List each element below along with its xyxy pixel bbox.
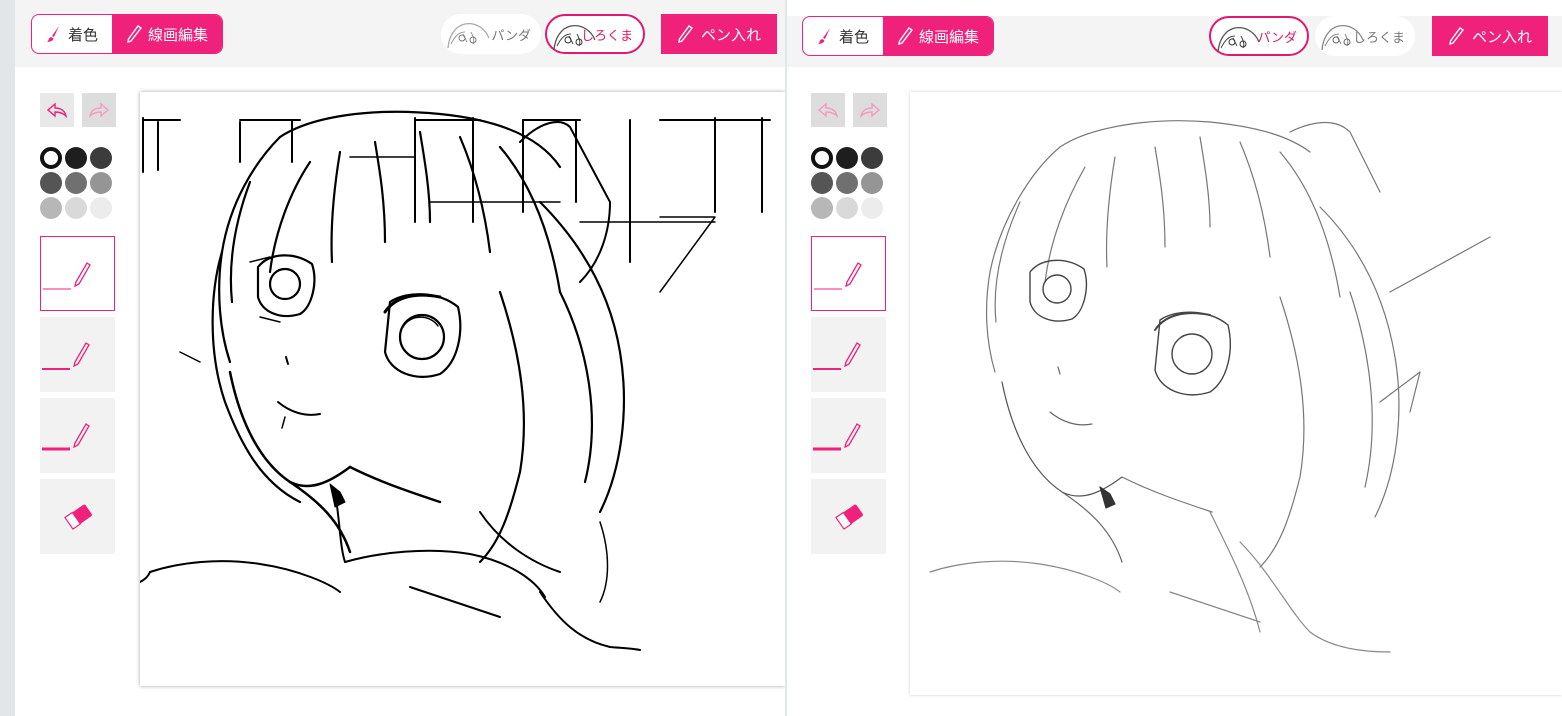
character-panda[interactable]: パンダ <box>441 14 541 54</box>
swatch-gray-3[interactable] <box>90 172 112 194</box>
brush-medium[interactable] <box>811 317 886 392</box>
swatch-white[interactable] <box>811 147 833 169</box>
undo-button[interactable] <box>811 93 845 127</box>
eraser-icon <box>835 504 863 530</box>
left-panel: 着色 線画編集 パンダ しろくま ペン入れ <box>0 0 785 716</box>
swatch-gray-5[interactable] <box>65 197 87 219</box>
pencil-thin-icon <box>814 262 862 290</box>
pencil-icon <box>898 27 914 45</box>
color-swatches <box>40 147 116 219</box>
history-controls <box>40 93 116 127</box>
right-toolbar: 着色 線画編集 パンダ しろくま ペン入れ <box>787 16 1562 67</box>
right-panel: 着色 線画編集 パンダ しろくま ペン入れ <box>787 0 1562 716</box>
mode-switch: 着色 線画編集 <box>31 14 224 54</box>
swatch-gray-4[interactable] <box>40 197 62 219</box>
mode-line-button[interactable]: 線画編集 <box>112 15 223 53</box>
swatch-dark-gray[interactable] <box>90 147 112 169</box>
redo-icon <box>859 102 881 118</box>
brush-thin[interactable] <box>811 236 886 311</box>
eraser-icon <box>64 504 92 530</box>
redo-button[interactable] <box>853 93 887 127</box>
mode-line-label: 線画編集 <box>919 27 980 46</box>
mode-switch: 着色 線画編集 <box>802 16 995 56</box>
panda-face-icon <box>1217 26 1260 53</box>
swatch-gray-2[interactable] <box>65 172 87 194</box>
pen-button[interactable]: ペン入れ <box>1432 16 1549 56</box>
character-panda[interactable]: パンダ <box>1209 16 1309 56</box>
line-art-drawing <box>140 110 771 651</box>
pencil-medium-icon <box>813 342 861 370</box>
tool-palette <box>811 93 887 560</box>
eraser-tool[interactable] <box>811 479 886 554</box>
mode-line-label: 線画編集 <box>148 25 209 44</box>
swatch-gray-2[interactable] <box>836 172 858 194</box>
mode-line-button[interactable]: 線画編集 <box>883 17 994 55</box>
character-shirokuma[interactable]: しろくま <box>545 14 645 54</box>
pencil-icon <box>127 25 143 43</box>
brush-thick[interactable] <box>40 398 115 473</box>
undo-icon <box>817 102 839 118</box>
swatch-gray-4[interactable] <box>811 197 833 219</box>
swatch-gray-3[interactable] <box>861 172 883 194</box>
swatch-dark-gray[interactable] <box>861 147 883 169</box>
swatch-black[interactable] <box>836 147 858 169</box>
pencil-thick-icon <box>42 423 90 451</box>
shirokuma-face-icon <box>1321 24 1364 51</box>
tool-palette <box>40 93 116 560</box>
undo-button[interactable] <box>40 93 74 127</box>
eraser-tool[interactable] <box>40 479 115 554</box>
brush-icon <box>818 28 830 44</box>
pen-icon <box>1449 27 1464 45</box>
pen-icon <box>678 25 693 43</box>
brush-medium[interactable] <box>40 317 115 392</box>
brush-thin[interactable] <box>40 236 115 311</box>
brush-thick[interactable] <box>811 398 886 473</box>
pen-button[interactable]: ペン入れ <box>661 14 778 54</box>
left-toolbar: 着色 線画編集 パンダ しろくま ペン入れ <box>15 0 785 67</box>
swatch-gray-1[interactable] <box>40 172 62 194</box>
left-app: 着色 線画編集 パンダ しろくま ペン入れ <box>15 0 785 716</box>
swatch-gray-6[interactable] <box>90 197 112 219</box>
character-panda-label: パンダ <box>491 28 531 44</box>
swatch-gray-5[interactable] <box>836 197 858 219</box>
redo-icon <box>88 102 110 118</box>
sketch-drawing <box>929 120 1491 653</box>
pencil-thick-icon <box>813 423 861 451</box>
pen-label: ペン入れ <box>1472 27 1533 46</box>
pen-label: ペン入れ <box>701 25 762 44</box>
mode-color-button[interactable]: 着色 <box>803 17 883 55</box>
swatch-black[interactable] <box>65 147 87 169</box>
panda-face-icon <box>447 22 490 49</box>
brush-icon <box>47 26 59 42</box>
line-art-canvas[interactable] <box>140 92 785 686</box>
swatch-white[interactable] <box>40 147 62 169</box>
pencil-thin-icon <box>43 262 91 290</box>
swatch-gray-1[interactable] <box>811 172 833 194</box>
mode-color-label: 着色 <box>839 27 870 46</box>
pencil-medium-icon <box>42 342 90 370</box>
mode-color-button[interactable]: 着色 <box>32 15 112 53</box>
redo-button[interactable] <box>82 93 116 127</box>
color-swatches <box>811 147 887 219</box>
swatch-gray-6[interactable] <box>861 197 883 219</box>
undo-icon <box>46 102 68 118</box>
sketch-canvas[interactable] <box>910 92 1562 695</box>
character-shirokuma[interactable]: しろくま <box>1315 16 1415 56</box>
mode-color-label: 着色 <box>68 25 99 44</box>
history-controls <box>811 93 887 127</box>
shirokuma-face-icon <box>553 24 596 51</box>
